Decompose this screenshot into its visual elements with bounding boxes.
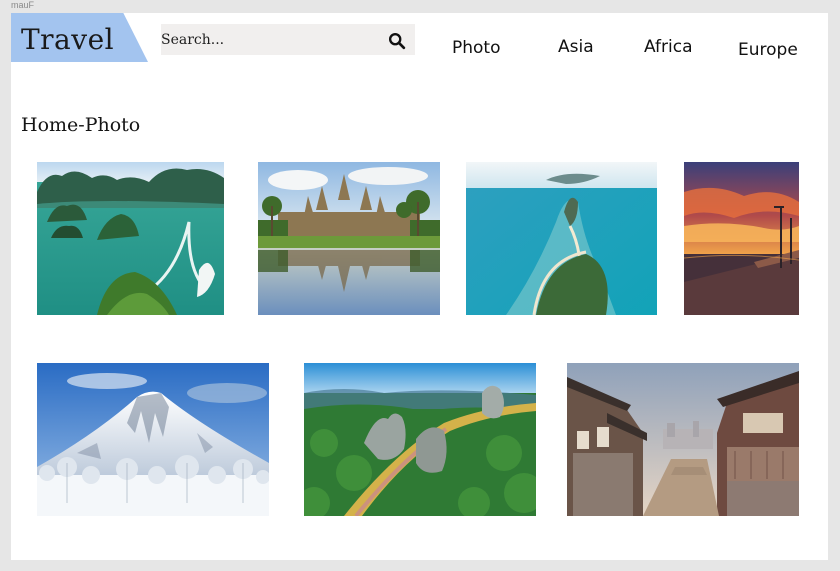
main-nav: Photo Asia Africa Europe: [11, 37, 828, 60]
nav-photo[interactable]: Photo: [452, 38, 501, 58]
photo-snow-mountain[interactable]: [37, 363, 269, 516]
nav-africa[interactable]: Africa: [644, 37, 693, 57]
photo-ha-long-bay[interactable]: [37, 162, 224, 315]
breadcrumb: Home-Photo: [21, 114, 141, 136]
photo-golden-bridge-hands[interactable]: [304, 363, 536, 516]
photo-island-sandbar[interactable]: [466, 162, 657, 315]
photo-sunset-pier[interactable]: [684, 162, 799, 315]
photo-angkor-wat[interactable]: [258, 162, 440, 315]
nav-europe[interactable]: Europe: [738, 40, 798, 60]
page: Travel Photo Asia Africa Europe Home-Pho…: [11, 13, 828, 560]
photo-hanok-alley[interactable]: [567, 363, 799, 516]
nav-asia[interactable]: Asia: [558, 37, 594, 57]
frame-label: mauF: [11, 0, 35, 10]
